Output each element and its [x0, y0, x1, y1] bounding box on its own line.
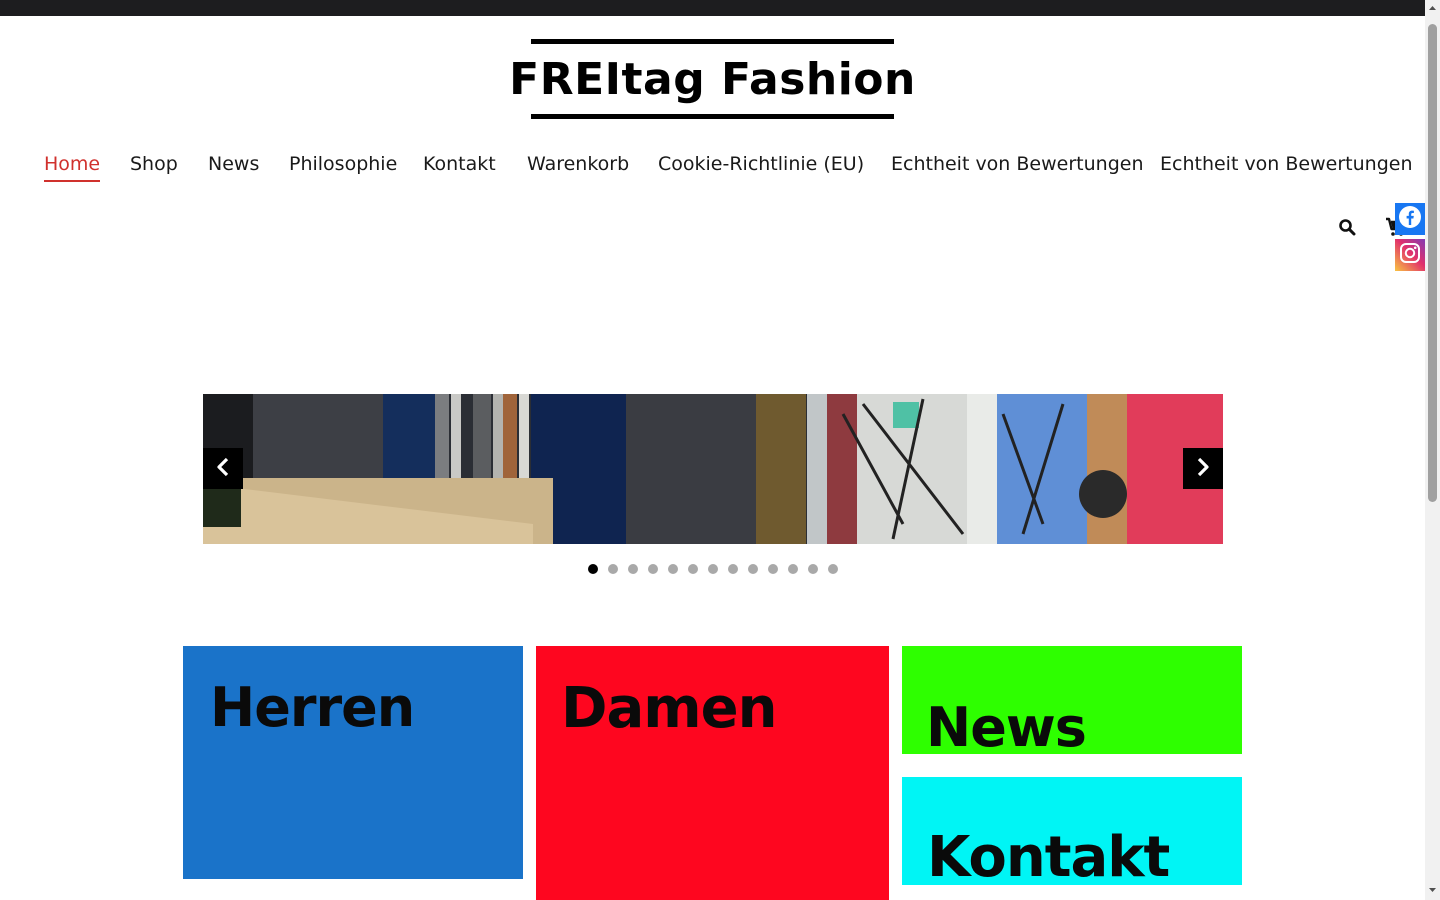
slider-dot-8[interactable]	[728, 564, 738, 574]
slider-dot-1[interactable]	[588, 564, 598, 574]
nav-item-shop[interactable]: Shop	[130, 150, 178, 182]
slider-prev-button[interactable]	[203, 448, 243, 489]
chevron-left-icon	[215, 457, 231, 481]
slider-dot-11[interactable]	[788, 564, 798, 574]
chevron-right-icon	[1195, 457, 1211, 481]
tile-kontakt[interactable]: Kontakt	[902, 777, 1242, 885]
slider-dot-6[interactable]	[688, 564, 698, 574]
scrollbar-thumb[interactable]	[1428, 24, 1437, 502]
nav-item-news[interactable]: News	[208, 150, 259, 182]
nav-item-kontakt[interactable]: Kontakt	[423, 150, 496, 182]
slider-dot-10[interactable]	[768, 564, 778, 574]
instagram-button[interactable]	[1395, 239, 1425, 271]
slider-next-button[interactable]	[1183, 448, 1223, 489]
tile-damen-label: Damen	[561, 676, 777, 741]
top-bar	[0, 0, 1425, 16]
tile-herren[interactable]: Herren	[183, 646, 523, 879]
scroll-up-arrow-icon[interactable]	[1428, 4, 1437, 12]
tile-kontakt-label: Kontakt	[927, 825, 1170, 885]
nav-item-warenkorb[interactable]: Warenkorb	[527, 150, 629, 182]
nav-item-echtheit-bewertungen-2[interactable]: Echtheit von Bewertungen	[1160, 150, 1412, 182]
tile-damen[interactable]: Damen	[536, 646, 889, 900]
slider-dot-3[interactable]	[628, 564, 638, 574]
slider-dot-5[interactable]	[668, 564, 678, 574]
slider-dot-9[interactable]	[748, 564, 758, 574]
nav-item-philosophie[interactable]: Philosophie	[289, 150, 397, 182]
site-logo[interactable]: FREItag Fashion	[509, 39, 915, 119]
slider-dot-4[interactable]	[648, 564, 658, 574]
slider-dot-2[interactable]	[608, 564, 618, 574]
scroll-down-arrow-icon[interactable]	[1428, 886, 1437, 894]
facebook-icon	[1398, 205, 1422, 233]
slide-image	[203, 394, 1223, 544]
instagram-icon	[1399, 242, 1421, 268]
slider-dot-12[interactable]	[808, 564, 818, 574]
facebook-button[interactable]	[1395, 203, 1425, 235]
tile-herren-label: Herren	[210, 676, 415, 739]
tile-news-label: News	[926, 696, 1087, 754]
nav-item-cookie-richtlinie[interactable]: Cookie-Richtlinie (EU)	[658, 150, 864, 182]
image-slider[interactable]	[203, 394, 1223, 544]
nav-item-echtheit-bewertungen-1[interactable]: Echtheit von Bewertungen	[891, 150, 1143, 182]
slider-dot-7[interactable]	[708, 564, 718, 574]
tile-news[interactable]: News	[902, 646, 1242, 754]
search-icon[interactable]	[1338, 218, 1356, 236]
logo-text: FREItag Fashion	[509, 53, 916, 105]
slider-dot-13[interactable]	[828, 564, 838, 574]
nav-item-home[interactable]: Home	[44, 150, 101, 182]
